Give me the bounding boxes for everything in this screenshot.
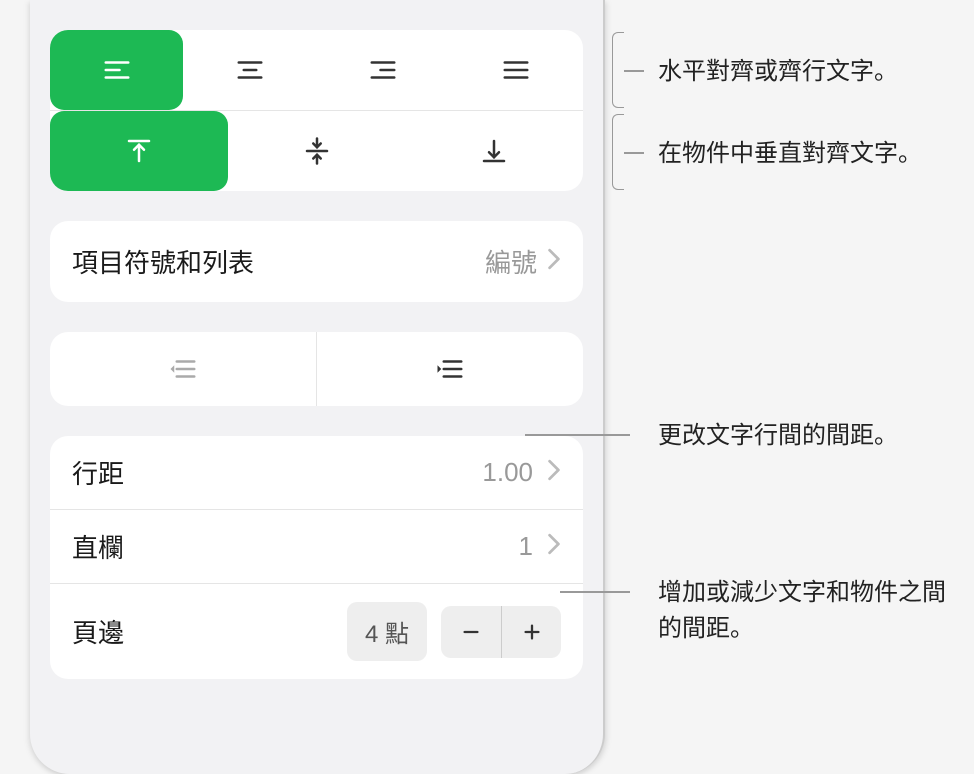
outdent-button[interactable] [50, 332, 316, 406]
bullets-value: 編號 [485, 243, 537, 280]
valign-middle-button[interactable] [228, 111, 406, 191]
line-spacing-label: 行距 [72, 454, 482, 491]
align-center-button[interactable] [183, 30, 316, 110]
bullets-row[interactable]: 項目符號和列表 編號 [50, 221, 583, 302]
columns-value: 1 [519, 531, 533, 562]
columns-row[interactable]: 直欄 1 [50, 509, 583, 583]
margin-stepper [441, 606, 561, 658]
valign-top-button[interactable] [50, 111, 228, 191]
format-panel: 項目符號和列表 編號 行距 1.00 [30, 0, 605, 774]
callout-horizontal-align: 水平對齊或齊行文字。 [658, 54, 898, 90]
margin-row: 頁邊 4 點 [50, 583, 583, 679]
chevron-right-icon [547, 457, 561, 488]
line-spacing-row[interactable]: 行距 1.00 [50, 436, 583, 509]
align-left-button[interactable] [50, 30, 183, 110]
bullets-card: 項目符號和列表 編號 [50, 221, 583, 302]
horizontal-align-row [50, 30, 583, 110]
callout-bracket [612, 32, 624, 108]
bullets-label: 項目符號和列表 [72, 243, 485, 280]
margin-decrease-button[interactable] [441, 606, 501, 658]
margin-label: 頁邊 [72, 613, 347, 650]
callout-vertical-align: 在物件中垂直對齊文字。 [658, 136, 922, 172]
chevron-right-icon [547, 531, 561, 562]
vertical-align-row [50, 110, 583, 191]
callout-line [560, 591, 630, 593]
line-spacing-value: 1.00 [482, 457, 533, 488]
valign-bottom-button[interactable] [405, 111, 583, 191]
spacing-card: 行距 1.00 直欄 1 頁邊 4 點 [50, 436, 583, 679]
alignment-card [50, 30, 583, 191]
chevron-right-icon [547, 246, 561, 277]
margin-increase-button[interactable] [501, 606, 561, 658]
callout-bracket [612, 114, 624, 190]
indent-button[interactable] [316, 332, 583, 406]
columns-label: 直欄 [72, 528, 519, 565]
margin-value: 4 點 [347, 602, 427, 661]
align-right-button[interactable] [317, 30, 450, 110]
indent-card [50, 332, 583, 406]
callout-margin: 增加或減少文字和物件之間的間距。 [658, 575, 948, 647]
callout-line-spacing: 更改文字行間的間距。 [658, 418, 898, 454]
callout-line [525, 434, 630, 436]
align-justify-button[interactable] [450, 30, 583, 110]
